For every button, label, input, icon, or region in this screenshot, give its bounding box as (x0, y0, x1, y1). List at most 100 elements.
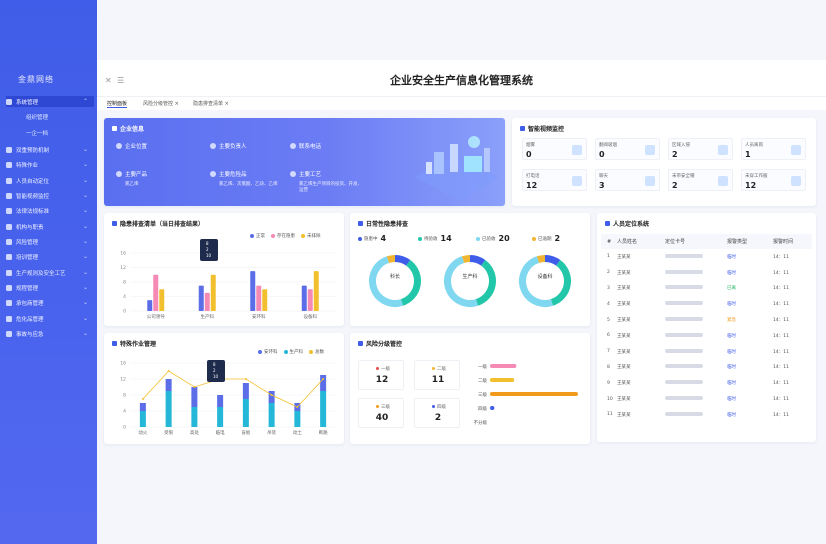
chevron-down-icon: ⌄ (82, 161, 88, 168)
alarm-type: 临时 (727, 412, 736, 418)
card-number (665, 344, 727, 360)
bar (147, 300, 153, 311)
donut-slice (386, 255, 396, 263)
y-tick-label: 8 (123, 280, 126, 286)
alarm-time: 14：11 (773, 412, 789, 418)
video-tile[interactable]: 烟雾 0 (522, 138, 587, 160)
line-point (296, 406, 299, 408)
sidebar-item-laws[interactable]: 法律法规标准 ⌄ (6, 205, 94, 216)
tab-dashboard[interactable]: 控制面板 (107, 100, 128, 108)
chevron-down-icon: ⌄ (82, 315, 88, 322)
donut-slice (444, 256, 479, 307)
chevron-down-icon: ⌄ (82, 177, 88, 184)
x-tick-label: 动火 (138, 429, 147, 436)
line-point (244, 378, 247, 380)
bar (250, 271, 256, 311)
video-tile[interactable]: 聊天 3 (595, 169, 660, 191)
table-row[interactable]: 8 王某某 临时 14：11 (601, 360, 812, 376)
stat-pending: 隐患中 4 (358, 234, 386, 243)
bar (490, 406, 495, 410)
alarm-time: 14：11 (773, 318, 789, 324)
sidebar-item-prevention[interactable]: 双重预防机制 ⌄ (6, 144, 94, 155)
risk-tile[interactable]: 一级 12 (358, 360, 404, 390)
logo: 金鼎网络 (18, 75, 54, 84)
sidebar-item-risk[interactable]: 风险管理 ⌄ (6, 236, 94, 247)
shield-icon (6, 146, 12, 153)
sidebar-item-video[interactable]: 智能视频监控 ⌄ (6, 190, 94, 201)
row-number: 7 (607, 349, 610, 355)
sidebar-item-special-work[interactable]: 特殊作业 ⌄ (6, 159, 94, 170)
bar (294, 411, 301, 427)
x-tick-label: 公司领导 (147, 313, 165, 320)
table-row[interactable]: 4 王某某 临时 14：11 (601, 296, 812, 312)
risk-tile[interactable]: 三级 40 (358, 398, 404, 428)
bar (217, 395, 224, 407)
tab-hazard[interactable]: 隐患排查清单 × (193, 100, 229, 107)
table-row[interactable]: 3 王某某 已离 14：11 (601, 281, 812, 297)
person-name: 王某某 (617, 302, 631, 308)
sidebar-item-chemicals[interactable]: 危化品管理 ⌄ (6, 313, 94, 324)
sidebar-item-accident[interactable]: 事故与应急 ⌄ (6, 328, 94, 339)
table-row[interactable]: 9 王某某 临时 14：11 (601, 375, 812, 391)
video-tile[interactable]: 打电话 12 (522, 169, 587, 191)
table-row[interactable]: 7 王某某 临时 14：11 (601, 344, 812, 360)
person-name: 王某某 (617, 349, 631, 355)
video-tile[interactable]: 未带安全帽 2 (668, 169, 733, 191)
risk-tile[interactable]: 四级 2 (414, 398, 460, 428)
bar (490, 364, 517, 368)
bar (198, 285, 204, 311)
table-row[interactable]: 2 王某某 临时 14：11 (601, 265, 812, 281)
doc-icon (6, 284, 12, 291)
table-row[interactable]: 10 王某某 临时 14：11 (601, 391, 812, 407)
donut-slice (469, 255, 486, 266)
y-tick-label: 不分级 (474, 419, 488, 426)
contractor-icon (6, 299, 12, 306)
sidebar-item-org[interactable]: 机构与职责 ⌄ (6, 221, 94, 232)
chevron-down-icon: ⌄ (82, 238, 88, 245)
bar (242, 383, 249, 399)
sidebar-subitem-org[interactable]: 组织管理 (26, 113, 48, 121)
row-number: 3 (607, 285, 610, 291)
y-tick-label: 二级 (478, 377, 487, 384)
video-monitor-card: 智能视频监控 烟雾 0 翻阅吸烟 0 区域入侵 2 人员离岗 1 打电话 12 聊天 3 未… (512, 118, 816, 206)
alarm-time: 14：11 (773, 254, 789, 260)
card-number (665, 407, 727, 423)
helmet-icon (718, 176, 728, 186)
table-row[interactable]: 6 王某某 临时 14：11 (601, 328, 812, 344)
x-tick-label: 临电 (216, 429, 225, 436)
person-name: 王某某 (617, 270, 631, 276)
tab-risk[interactable]: 风险分级管控 × (143, 100, 179, 107)
risk-card: 风险分级管控 一级 12 二级 11 三级 40 四级 2 一级 二级 三级 四级 不分级 (350, 333, 590, 444)
bar (242, 399, 249, 427)
sidebar-item-training[interactable]: 培训管理 ⌄ (6, 251, 94, 262)
card-number (665, 312, 727, 328)
bar (217, 407, 224, 427)
sidebar-item-system[interactable]: 系统管理 ⌃ (6, 96, 94, 107)
enterprise-product: 主要产品 氯乙烯 (116, 170, 147, 187)
alarm-type: 紧急 (727, 318, 736, 324)
video-tile[interactable]: 人员离岗 1 (741, 138, 806, 160)
sidebar-item-process[interactable]: 生产规则及安全工艺 ⌄ (6, 267, 94, 278)
line-point (322, 378, 325, 380)
table-row[interactable]: 1 王某某 临时 14：11 (601, 249, 812, 265)
video-tile[interactable]: 区域入侵 2 (668, 138, 733, 160)
risk-bar-chart: 一级二级三级四级不分级 (474, 363, 578, 426)
warning-icon (358, 341, 363, 346)
risk-tile[interactable]: 二级 11 (414, 360, 460, 390)
chevron-down-icon: ⌄ (82, 146, 88, 153)
sidebar-subitem-archive[interactable]: 一企一档 (26, 129, 48, 137)
row-number: 8 (607, 364, 610, 370)
sidebar-item-contractor[interactable]: 承包商管理 ⌄ (6, 297, 94, 308)
person-name: 王某某 (617, 286, 631, 292)
y-tick-label: 一级 (478, 363, 487, 370)
warning-icon (6, 238, 12, 245)
chevron-down-icon: ⌄ (82, 299, 88, 306)
card-title: 特殊作业管理 (112, 339, 156, 348)
video-tile[interactable]: 未穿工作服 12 (741, 169, 806, 191)
table-row[interactable]: 5 王某某 紧急 14：11 (601, 312, 812, 328)
video-tile[interactable]: 翻阅吸烟 0 (595, 138, 660, 160)
sidebar-item-procedures[interactable]: 规程管理 ⌄ (6, 282, 94, 293)
enterprise-location: 企业位置 (116, 142, 147, 153)
table-row[interactable]: 11 王某某 临时 14：11 (601, 407, 812, 423)
sidebar-item-positioning[interactable]: 人员自动定位 ⌄ (6, 175, 94, 186)
